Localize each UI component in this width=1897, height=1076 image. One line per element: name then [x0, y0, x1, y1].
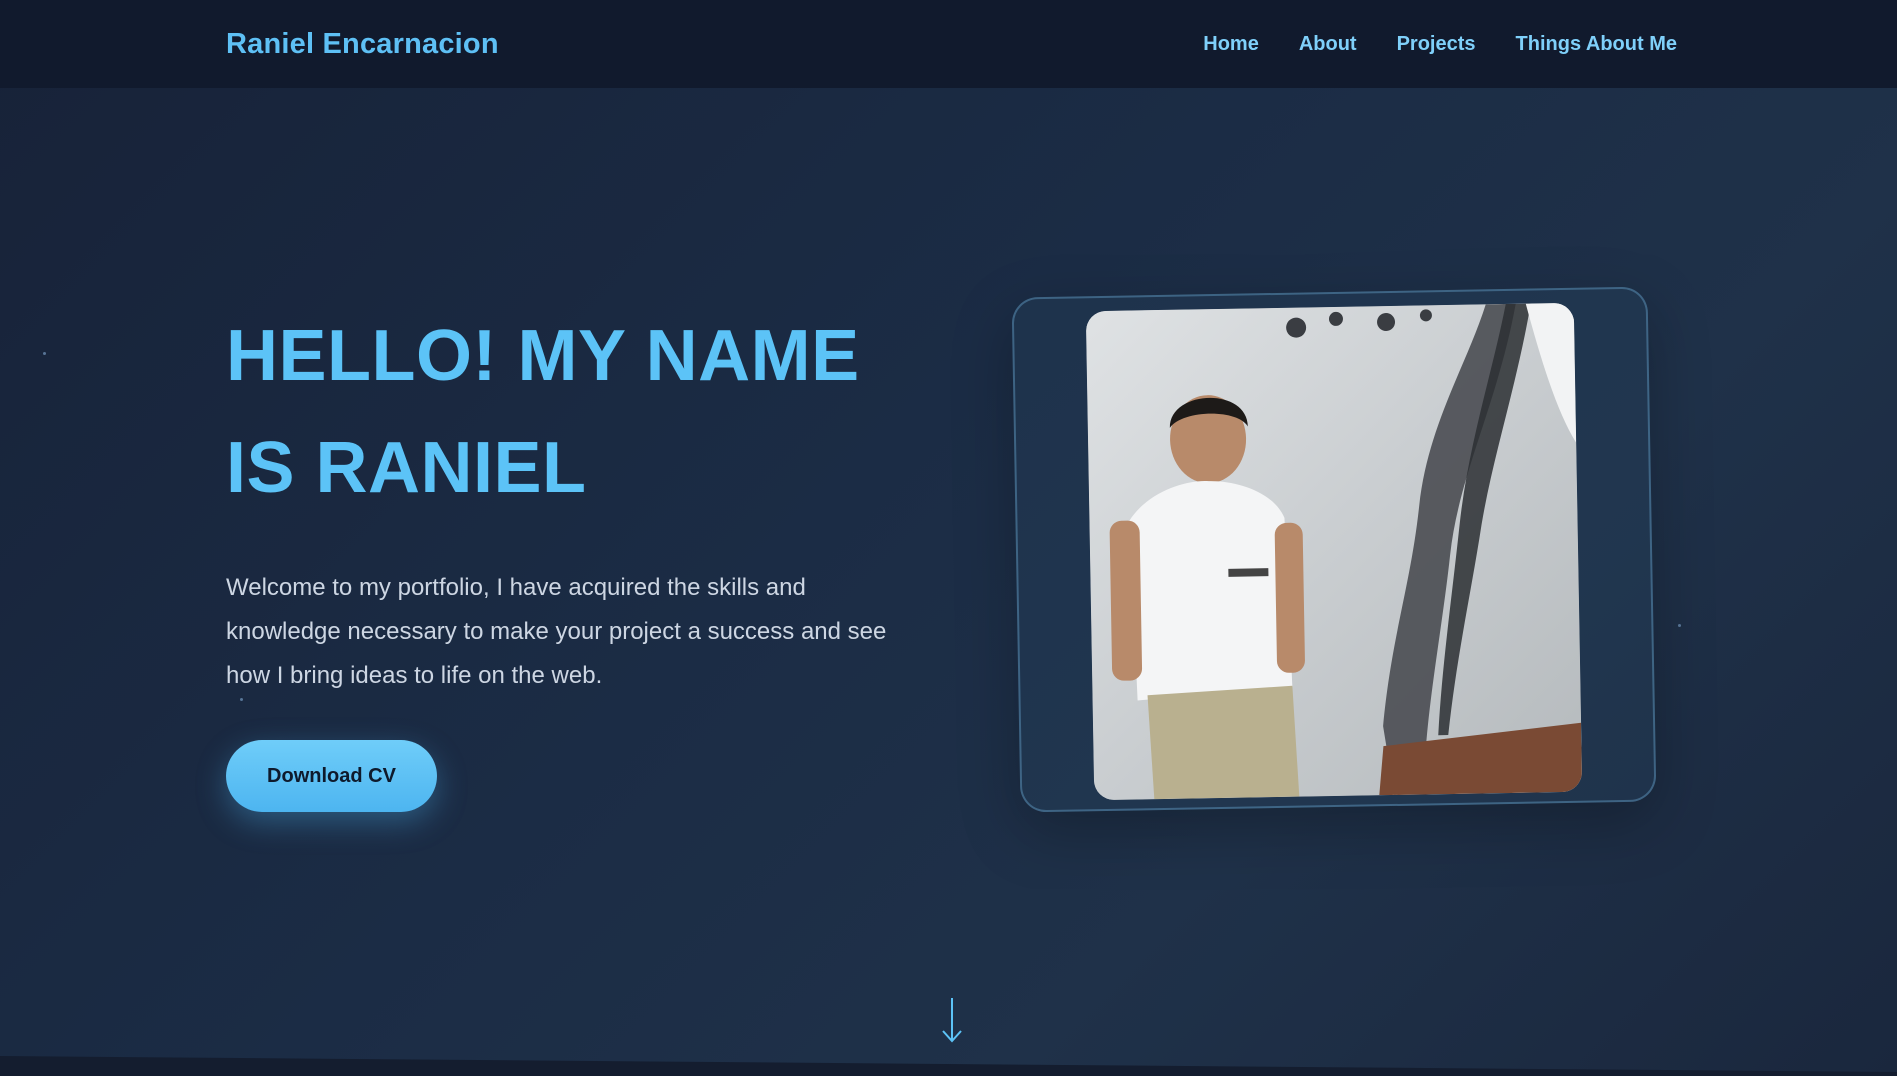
hero-title-line2: IS RANIEL	[226, 428, 587, 508]
nav-link-about[interactable]: About	[1299, 33, 1357, 56]
hero-section: HELLO! MY NAME IS RANIEL Welcome to my p…	[226, 300, 926, 812]
decor-dot	[43, 352, 46, 355]
nav-link-projects[interactable]: Projects	[1397, 33, 1476, 56]
navbar: Raniel Encarnacion Home About Projects T…	[0, 0, 1897, 88]
profile-photo-card	[1011, 286, 1657, 813]
hero-description: Welcome to my portfolio, I have acquired…	[226, 574, 887, 689]
nav-link-home[interactable]: Home	[1203, 33, 1259, 56]
brand-name[interactable]: Raniel Encarnacion	[226, 28, 499, 61]
hero-title-line1: HELLO! MY NAME	[226, 316, 860, 396]
nav-link-things-about-me[interactable]: Things About Me	[1516, 33, 1677, 56]
profile-photo	[1085, 302, 1583, 801]
decor-dot	[1678, 624, 1681, 627]
section-divider	[0, 1056, 1897, 1076]
nav-links: Home About Projects Things About Me	[1203, 33, 1677, 56]
download-cv-button[interactable]: Download CV	[226, 740, 437, 812]
page: Raniel Encarnacion Home About Projects T…	[0, 0, 1897, 1076]
hero-title: HELLO! MY NAME IS RANIEL	[226, 300, 926, 524]
profile-photo-illustration	[1085, 302, 1583, 801]
